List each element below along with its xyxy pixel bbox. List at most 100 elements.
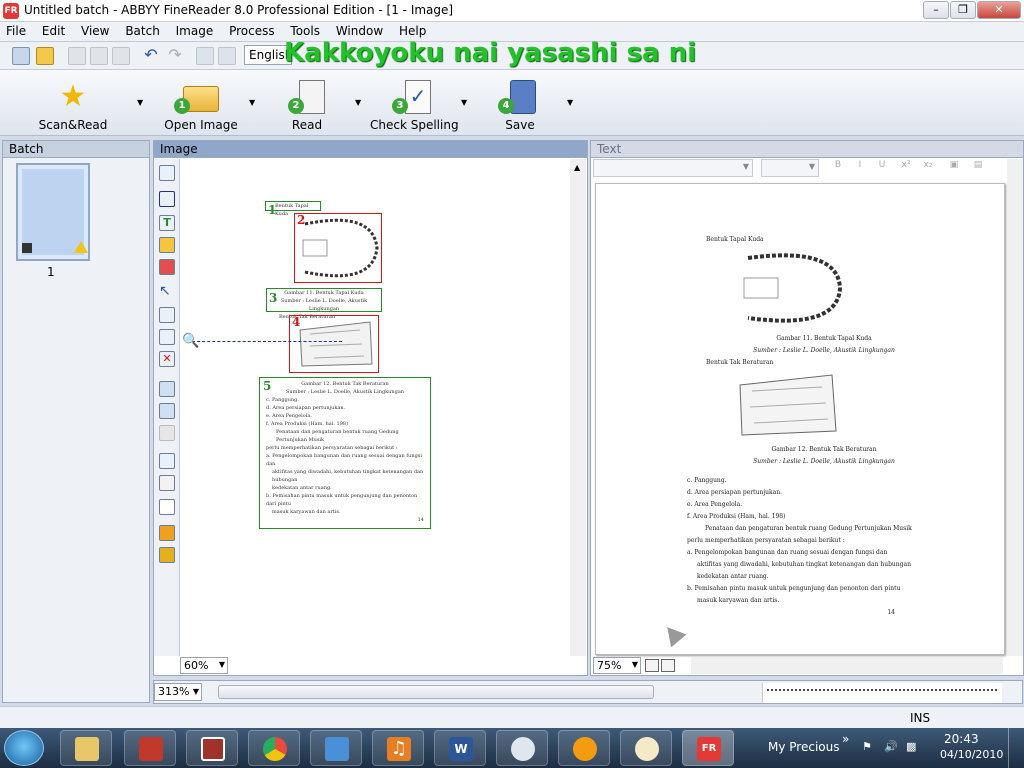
menu-edit[interactable]: Edit bbox=[36, 22, 71, 38]
taskbar-cmd-app[interactable] bbox=[186, 730, 238, 766]
font-select[interactable]: ▼ bbox=[593, 159, 753, 177]
picture-block-4[interactable]: 4 bbox=[289, 315, 379, 373]
magic-wand-icon: ★ bbox=[59, 79, 87, 114]
menu-file[interactable]: File bbox=[0, 22, 32, 38]
menu-help[interactable]: Help bbox=[393, 22, 432, 38]
flag-icon[interactable]: ⚑ bbox=[862, 740, 872, 753]
page-properties-icon[interactable] bbox=[159, 499, 175, 515]
text-block-3[interactable]: 3 Gambar 11. Bentuk Tapal Kuda Sumber : … bbox=[266, 288, 382, 320]
page-thumbnail[interactable] bbox=[16, 163, 90, 261]
image-zoom-select[interactable]: 60% ▼ bbox=[180, 657, 228, 674]
page-down-icon[interactable] bbox=[218, 47, 236, 65]
paste-icon[interactable] bbox=[112, 47, 130, 65]
minimize-button[interactable]: – bbox=[923, 1, 949, 19]
maximize-button[interactable]: ❐ bbox=[950, 1, 976, 19]
subscript-icon[interactable]: x₂ bbox=[921, 160, 935, 174]
close-button[interactable]: ✕ bbox=[977, 1, 1021, 19]
open-folder-icon[interactable] bbox=[36, 47, 54, 65]
zoom-window-select[interactable]: 313% ▼ bbox=[154, 683, 202, 701]
superscript-icon[interactable]: x² bbox=[899, 160, 913, 174]
underline-icon[interactable]: U bbox=[875, 160, 889, 174]
menu-image[interactable]: Image bbox=[170, 22, 220, 38]
text-vertical-scrollbar[interactable] bbox=[1007, 159, 1023, 656]
start-button[interactable] bbox=[4, 730, 44, 766]
taskbar-explorer[interactable] bbox=[60, 730, 112, 766]
open-dropdown-arrow[interactable]: ▼ bbox=[249, 98, 255, 107]
table-area-icon[interactable] bbox=[159, 237, 175, 253]
add-area-icon[interactable] bbox=[159, 307, 175, 323]
volume-icon[interactable]: 🔊 bbox=[884, 740, 898, 753]
image-pane-title: Image bbox=[154, 141, 587, 158]
save-button[interactable]: 4 Save bbox=[492, 78, 548, 134]
pointer-icon[interactable]: ↖ bbox=[159, 283, 175, 299]
text-horizontal-scrollbar[interactable] bbox=[691, 657, 1003, 674]
taskbar-link-app[interactable] bbox=[558, 730, 610, 766]
select-area-icon[interactable] bbox=[159, 165, 175, 181]
copy-icon[interactable] bbox=[90, 47, 108, 65]
taskbar-book-app[interactable] bbox=[124, 730, 176, 766]
taskbar-control-panel[interactable] bbox=[310, 730, 362, 766]
scan-dropdown-arrow[interactable]: ▼ bbox=[137, 98, 143, 107]
app-icon[interactable]: FR bbox=[3, 3, 19, 19]
taskbar-paint[interactable] bbox=[620, 730, 672, 766]
menu-tools[interactable]: Tools bbox=[284, 22, 326, 38]
text-options-icon[interactable]: ▤ bbox=[971, 160, 985, 174]
picture-block-2[interactable]: 2 bbox=[294, 213, 382, 283]
text-block-1[interactable]: 1 Bentuk Tapal Kuda bbox=[265, 201, 321, 217]
tray-expand-chevron[interactable]: » bbox=[842, 732, 849, 746]
open-image-button[interactable]: 1 Open Image bbox=[160, 78, 242, 134]
clock-date[interactable]: 04/10/2010 bbox=[940, 748, 1003, 761]
show-desktop-button[interactable] bbox=[1008, 728, 1024, 768]
taskbar-chrome[interactable] bbox=[248, 730, 300, 766]
horseshoe-plan-image bbox=[743, 253, 843, 323]
main-task-toolbar: ★ Scan&Read ▼ 1 Open Image ▼ 2 Read ▼ ✓ … bbox=[0, 70, 1024, 136]
spellcheck-icon: ✓ bbox=[405, 80, 431, 114]
chrome-icon bbox=[263, 737, 287, 761]
cut-area-icon[interactable] bbox=[159, 329, 175, 345]
redo-icon[interactable]: ↷ bbox=[166, 47, 184, 65]
crop-icon[interactable] bbox=[159, 453, 175, 469]
taskbar-word[interactable]: W bbox=[434, 730, 486, 766]
image-color-icon[interactable] bbox=[159, 547, 175, 563]
clock-time[interactable]: 20:43 bbox=[944, 732, 979, 746]
draw-area-icon[interactable] bbox=[159, 191, 175, 207]
scroll-up-arrow[interactable]: ▲ bbox=[574, 163, 580, 172]
taskbar-itunes[interactable]: ♫ bbox=[372, 730, 424, 766]
menu-process[interactable]: Process bbox=[223, 22, 281, 38]
read-button[interactable]: 2 Read bbox=[278, 78, 336, 134]
tray-user-label[interactable]: My Precious bbox=[768, 740, 839, 754]
check-spelling-button[interactable]: ✓ 3 Check Spelling bbox=[370, 78, 459, 134]
save-dropdown-arrow[interactable]: ▼ bbox=[567, 98, 573, 107]
eraser-icon[interactable] bbox=[159, 475, 175, 491]
scan-and-read-button[interactable]: ★ Scan&Read bbox=[30, 78, 116, 134]
image-vertical-scrollbar[interactable]: ▲ bbox=[570, 159, 586, 656]
new-batch-icon[interactable] bbox=[12, 47, 30, 65]
format-icon[interactable]: ▣ bbox=[947, 160, 961, 174]
text-block-5[interactable]: 5 Gambar 12. Bentuk Tak Beraturan Sumber… bbox=[259, 377, 431, 529]
image-edit-icon[interactable] bbox=[159, 525, 175, 541]
spelling-dropdown-arrow[interactable]: ▼ bbox=[461, 98, 467, 107]
menu-window[interactable]: Window bbox=[330, 22, 389, 38]
picture-area-icon[interactable] bbox=[159, 259, 175, 275]
read-dropdown-arrow[interactable]: ▼ bbox=[355, 98, 361, 107]
italic-icon[interactable]: I bbox=[853, 160, 867, 174]
bold-icon[interactable]: B bbox=[831, 160, 845, 174]
page-view-icon[interactable] bbox=[661, 659, 675, 672]
text-area-icon[interactable]: T bbox=[159, 215, 175, 231]
text-zoom-select[interactable]: 75% ▼ bbox=[593, 657, 641, 674]
order-areas-icon[interactable] bbox=[159, 381, 175, 397]
text-view-icon[interactable] bbox=[645, 659, 659, 672]
delete-area-icon[interactable]: ✕ bbox=[159, 351, 175, 367]
page-up-icon[interactable] bbox=[196, 47, 214, 65]
menu-view[interactable]: View bbox=[75, 22, 115, 38]
network-icon[interactable]: ▩ bbox=[906, 740, 916, 753]
zoom-pane: 313% ▼ bbox=[153, 680, 1023, 704]
undo-icon[interactable]: ↶ bbox=[142, 47, 160, 65]
font-size-select[interactable]: ▼ bbox=[761, 159, 819, 177]
taskbar-finereader[interactable]: FR bbox=[682, 730, 734, 766]
cut-icon[interactable] bbox=[68, 47, 86, 65]
analyze-layout-icon[interactable] bbox=[159, 403, 175, 419]
taskbar-search-app[interactable] bbox=[496, 730, 548, 766]
zoom-horizontal-scrollbar[interactable] bbox=[218, 685, 654, 699]
menu-batch[interactable]: Batch bbox=[119, 22, 166, 38]
